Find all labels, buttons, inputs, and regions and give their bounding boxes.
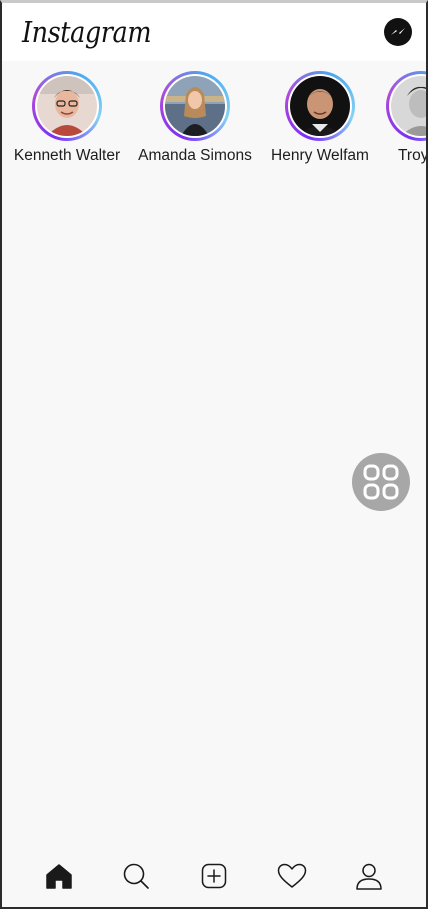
app-frame: Instagram Kenneth Walter Amanda Simons H… (0, 0, 428, 909)
search-icon (124, 863, 150, 889)
messenger-icon (391, 28, 405, 35)
nav-activity[interactable] (275, 859, 309, 893)
story-item[interactable]: Troy C (356, 71, 426, 179)
grid-button[interactable] (352, 453, 410, 511)
nav-search[interactable] (119, 859, 153, 893)
story-name: Amanda Simons (138, 147, 252, 164)
profile-icon (356, 863, 382, 890)
top-bar: Instagram (2, 3, 426, 61)
story-item[interactable]: Amanda Simons (130, 71, 260, 179)
add-post-icon (201, 863, 227, 889)
story-ring (32, 71, 102, 141)
stories-row: Kenneth Walter Amanda Simons Henry Welfa… (2, 61, 426, 179)
story-name: Troy C (398, 147, 426, 164)
story-ring (386, 71, 426, 141)
avatar (290, 76, 350, 136)
story-name: Kenneth Walter (13, 147, 121, 164)
story-ring (285, 71, 355, 141)
story-item[interactable]: Kenneth Walter (2, 71, 132, 179)
avatar (165, 76, 225, 136)
avatar (391, 76, 426, 136)
story-ring (160, 71, 230, 141)
nav-add-post[interactable] (197, 859, 231, 893)
grid-icon (363, 464, 399, 500)
nav-profile[interactable] (352, 859, 386, 893)
nav-home[interactable] (42, 859, 76, 893)
avatar (37, 76, 97, 136)
home-icon (46, 864, 72, 889)
instagram-logo[interactable]: Instagram (22, 15, 152, 49)
bottom-nav (2, 851, 426, 907)
messenger-button[interactable] (384, 18, 412, 46)
heart-icon (277, 863, 306, 888)
